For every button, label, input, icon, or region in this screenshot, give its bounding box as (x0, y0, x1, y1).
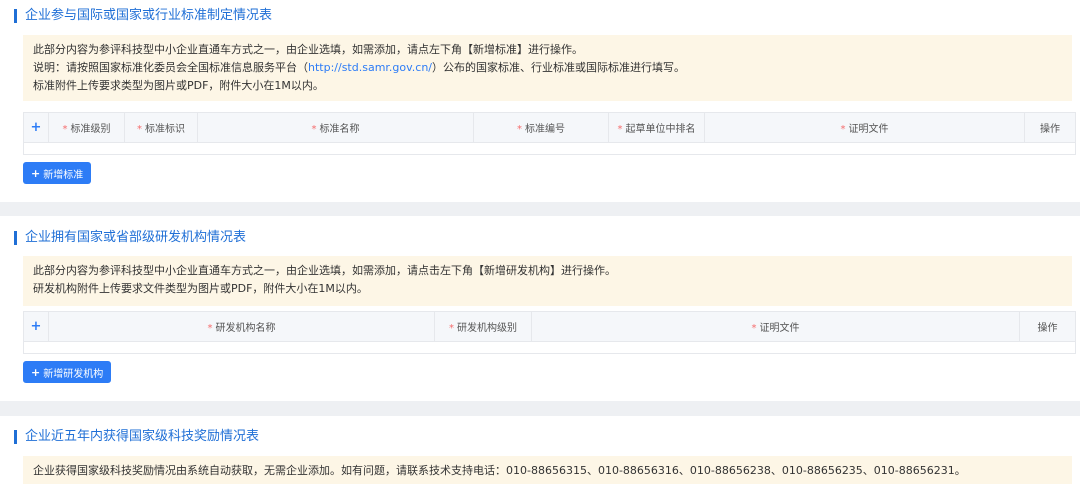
awards-section-title: 企业近五年内获得国家级科技奖励情况表 (14, 430, 259, 444)
standards-notice: 此部分内容为参评科技型中小企业直通车方式之一，由企业选填，如需添加，请点左下角【… (23, 35, 1072, 101)
table-row (23, 341, 1076, 354)
col-drafting-rank: * 起草单位中排名 (608, 112, 705, 143)
col-rnd-proof-file: * 证明文件 (531, 311, 1020, 342)
std-platform-link[interactable]: http://std.samr.gov.cn/ (308, 61, 432, 74)
col-standard-mark: * 标准标识 (124, 112, 198, 143)
rnd-section-title: 企业拥有国家或省部级研发机构情况表 (14, 231, 246, 245)
col-rnd-level: * 研发机构级别 (434, 311, 532, 342)
awards-notice-line: 企业获得国家级科技奖励情况由系统自动获取，无需企业添加。如有问题，请联系技术支持… (33, 464, 966, 477)
awards-notice: 企业获得国家级科技奖励情况由系统自动获取，无需企业添加。如有问题，请联系技术支持… (23, 456, 1072, 484)
rnd-institution-section: 企业拥有国家或省部级研发机构情况表 此部分内容为参评科技型中小企业直通车方式之一… (0, 216, 1080, 401)
col-standard-name: * 标准名称 (197, 112, 474, 143)
col-standard-number: * 标准编号 (473, 112, 609, 143)
add-standard-button[interactable]: + 新增标准 (23, 162, 92, 184)
plus-icon: + (31, 365, 41, 379)
standards-table-header: + * 标准级别 * 标准标识 * 标准名称 * 标准编号 * 起草单位中排名 * 证明文件… (23, 112, 1076, 143)
add-rnd-institution-button[interactable]: + 新增研发机构 (23, 361, 112, 383)
standards-notice-line-2: 说明：请按照国家标准化委员会全国标准信息服务平台（http://std.samr… (33, 61, 686, 74)
col-standard-level: * 标准级别 (48, 112, 125, 143)
awards-section: 企业近五年内获得国家级科技奖励情况表 企业获得国家级科技奖励情况由系统自动获取，… (0, 416, 1080, 485)
col-rnd-operation: 操作 (1019, 311, 1076, 342)
standards-section: 企业参与国际或国家或行业标准制定情况表 此部分内容为参评科技型中小企业直通车方式… (0, 0, 1080, 202)
rnd-table-header: + * 研发机构名称 * 研发机构级别 * 证明文件 操作 (23, 311, 1076, 342)
rnd-table: + * 研发机构名称 * 研发机构级别 * 证明文件 操作 (23, 311, 1076, 354)
col-proof-file: * 证明文件 (704, 112, 1025, 143)
col-operation: 操作 (1024, 112, 1076, 143)
standards-section-title: 企业参与国际或国家或行业标准制定情况表 (14, 9, 272, 23)
plus-icon: + (31, 166, 41, 180)
expand-plus-icon[interactable]: + (23, 112, 49, 143)
col-rnd-name: * 研发机构名称 (48, 311, 435, 342)
table-row (23, 142, 1076, 155)
rnd-notice-line-2: 研发机构附件上传要求文件类型为图片或PDF，附件大小在1M以内。 (33, 282, 368, 295)
standards-notice-line-1: 此部分内容为参评科技型中小企业直通车方式之一，由企业选填，如需添加，请点左下角【… (33, 43, 583, 56)
expand-plus-icon[interactable]: + (23, 311, 49, 342)
standards-notice-line-3: 标准附件上传要求类型为图片或PDF，附件大小在1M以内。 (33, 79, 324, 92)
rnd-notice-line-1: 此部分内容为参评科技型中小企业直通车方式之一，由企业选填，如需添加，请点击左下角… (33, 264, 616, 277)
rnd-notice: 此部分内容为参评科技型中小企业直通车方式之一，由企业选填，如需添加，请点击左下角… (23, 256, 1072, 306)
standards-table: + * 标准级别 * 标准标识 * 标准名称 * 标准编号 * 起草单位中排名 * 证明文件… (23, 112, 1076, 155)
